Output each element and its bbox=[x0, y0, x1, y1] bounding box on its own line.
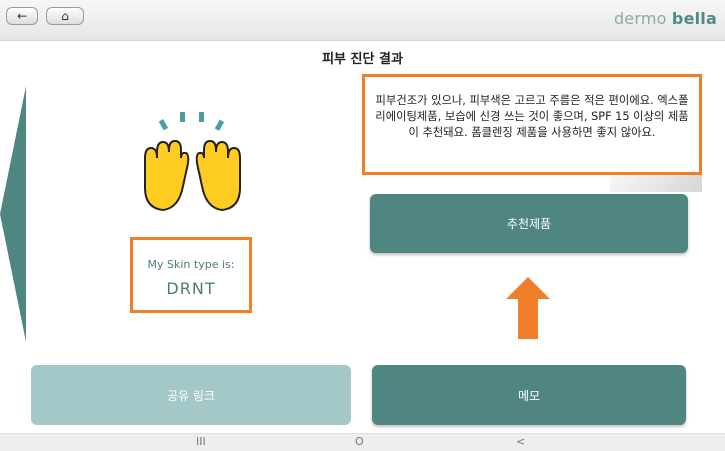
raising-hands-icon bbox=[144, 112, 241, 212]
share-link-button[interactable]: 공유 링크 bbox=[31, 365, 351, 425]
diagnosis-result-text: 피부건조가 있으나, 피부색은 고르고 주름은 적은 편이에요. 엑스폴리에이팅… bbox=[362, 74, 702, 175]
home-icon: ⌂ bbox=[61, 9, 69, 23]
top-toolbar: ← ⌂ dermo bella bbox=[0, 0, 725, 41]
skin-type-box: My Skin type is: DRNT bbox=[130, 237, 252, 313]
up-arrow-icon bbox=[506, 277, 550, 339]
page-title: 피부 진단 결과 bbox=[322, 52, 403, 67]
system-back-icon[interactable]: < bbox=[516, 435, 525, 448]
back-arrow-icon: ← bbox=[16, 9, 28, 23]
home-button[interactable]: ⌂ bbox=[46, 7, 84, 25]
memo-button[interactable]: 메모 bbox=[372, 365, 686, 425]
previous-arrow-icon[interactable] bbox=[0, 86, 28, 342]
system-nav-bar: III O < bbox=[0, 433, 725, 451]
skin-type-label: My Skin type is: bbox=[147, 258, 235, 271]
memo-button-label: 메모 bbox=[517, 388, 541, 403]
recommend-button-label: 추천제품 bbox=[506, 217, 552, 231]
brand-logo: dermo bella bbox=[613, 9, 717, 28]
share-button-label: 공유 링크 bbox=[167, 388, 215, 403]
back-button[interactable]: ← bbox=[6, 7, 38, 25]
skin-type-value: DRNT bbox=[166, 279, 216, 298]
system-home-icon[interactable]: O bbox=[355, 435, 364, 448]
recommend-products-button[interactable]: 추천제품 bbox=[370, 194, 688, 253]
recent-apps-icon[interactable]: III bbox=[196, 435, 206, 448]
